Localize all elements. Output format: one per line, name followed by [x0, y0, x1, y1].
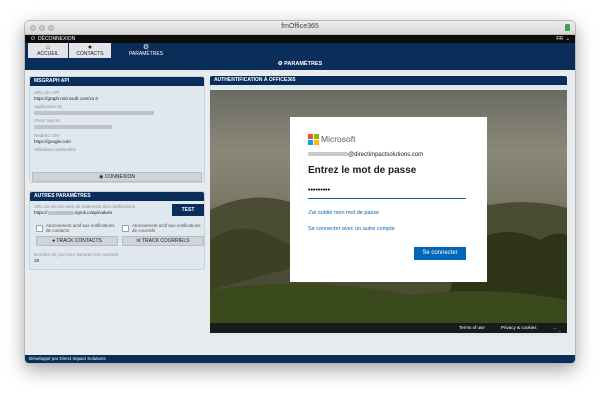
- tab-contacts[interactable]: ● CONTACTS: [69, 43, 111, 58]
- mail-subscription-checkbox[interactable]: [122, 225, 129, 232]
- top-bar: ⏻ DÉCONNEXION FR ⌄: [25, 35, 575, 43]
- track-mail-label: TRACK COURRIELS: [141, 238, 190, 244]
- contacts-subscription-checkbox[interactable]: [36, 225, 43, 232]
- redirect-uri-field[interactable]: https://google.com: [34, 139, 202, 145]
- webhook-url-suffix: .ngrok.io/api/values: [73, 210, 113, 215]
- track-contacts-button[interactable]: ● TRACK CONTACTS: [36, 236, 118, 246]
- track-mail-button[interactable]: ✉ TRACK COURRIELS: [122, 236, 204, 246]
- tab-bar: ⌂ ACCUEIL ● CONTACTS ⚙ PARAMÈTRES: [25, 43, 575, 58]
- microsoft-logo-icon: [308, 134, 319, 145]
- tab-contacts-label: CONTACTS: [76, 51, 104, 57]
- api-url-field[interactable]: https://graph.microsoft.com/v1.0: [34, 96, 202, 102]
- language-select[interactable]: FR: [556, 35, 563, 43]
- app-footer: Développé par Direct Impact Solutions: [25, 355, 575, 363]
- track-contacts-label: TRACK CONTACTS: [56, 238, 102, 244]
- tab-parametres-label: PARAMÈTRES: [128, 51, 164, 57]
- power-icon: ⏻: [31, 36, 35, 42]
- connect-button-label: CONNEXION: [104, 174, 136, 180]
- msgraph-title: MSGRAPH API: [30, 77, 204, 86]
- auth-user-label: Utilisateur authentifié: [34, 147, 77, 152]
- terms-link[interactable]: Terms of use: [459, 323, 485, 333]
- import-days-field[interactable]: 28: [34, 258, 39, 264]
- password-heading: Entrez le mot de passe: [308, 165, 417, 176]
- app-window: fmOffice365 ⏻ DÉCONNEXION FR ⌄ ⌂ ACCUEIL…: [24, 20, 576, 364]
- app-id-field[interactable]: [34, 110, 202, 116]
- title-bar: fmOffice365: [25, 21, 575, 35]
- tab-parametres[interactable]: ⚙ PARAMÈTRES: [124, 43, 168, 58]
- webhook-url-prefix: https://: [34, 210, 48, 215]
- contacts-subscription-label: Abonnement actif aux notifications de co…: [46, 223, 115, 233]
- test-button[interactable]: TEST: [172, 204, 204, 216]
- section-header: ⚙ PARAMÈTRES: [25, 58, 575, 70]
- ms-signin-dialog: Microsoft @directimpactsolutions.com Ent…: [290, 117, 487, 282]
- chevron-down-icon: ⌄: [565, 36, 570, 42]
- login-background-image: Microsoft @directimpactsolutions.com Ent…: [210, 90, 567, 333]
- auth-title: AUTHENTIFICATION À OFFICE365: [210, 76, 567, 85]
- sign-in-button[interactable]: Se connecter: [414, 247, 466, 260]
- ms-footer-links: Terms of use Privacy & cookies ...: [210, 323, 567, 333]
- other-settings-title: AUTRES PARAMÈTRES: [30, 192, 204, 201]
- privacy-link[interactable]: Privacy & cookies: [501, 323, 537, 333]
- client-secret-field[interactable]: [34, 124, 202, 130]
- lock-icon: 🔒︎: [557, 329, 561, 335]
- lock-icon: [565, 24, 570, 31]
- auth-panel: AUTHENTIFICATION À OFFICE365 Microsoft @…: [210, 76, 567, 336]
- gear-icon: ⚙: [142, 44, 150, 51]
- other-account-link[interactable]: Se connecter avec un autre compte: [308, 226, 395, 232]
- more-options-link[interactable]: ...: [553, 323, 557, 333]
- user-icon: ●: [87, 44, 93, 51]
- tab-accueil-label: ACCUEIL: [37, 51, 59, 57]
- password-input[interactable]: •••••••••: [308, 187, 466, 199]
- microsoft-brand-text: Microsoft: [321, 134, 356, 144]
- forgot-password-link[interactable]: J'ai oublié mon mot de passe: [308, 210, 379, 216]
- logout-link[interactable]: DÉCONNEXION: [38, 35, 75, 43]
- other-settings-panel: AUTRES PARAMÈTRES URL du service web de …: [29, 191, 205, 270]
- connect-button[interactable]: ◉ CONNEXION: [32, 172, 202, 182]
- home-icon: ⌂: [45, 44, 51, 51]
- mail-subscription-label: Abonnement actif aux notifications de co…: [132, 223, 201, 233]
- tab-accueil[interactable]: ⌂ ACCUEIL: [28, 43, 68, 58]
- account-email: @directimpactsolutions.com: [308, 152, 423, 158]
- window-title: fmOffice365: [281, 23, 319, 30]
- section-title: PARAMÈTRES: [284, 61, 323, 67]
- webhook-url-field[interactable]: https:// .ngrok.io/api/values: [34, 210, 112, 216]
- msgraph-panel: MSGRAPH API URL de l'API https://graph.m…: [29, 76, 205, 183]
- import-days-label: Nombre de jour pour importer les courrie…: [34, 252, 119, 257]
- account-email-suffix: @directimpactsolutions.com: [348, 152, 424, 158]
